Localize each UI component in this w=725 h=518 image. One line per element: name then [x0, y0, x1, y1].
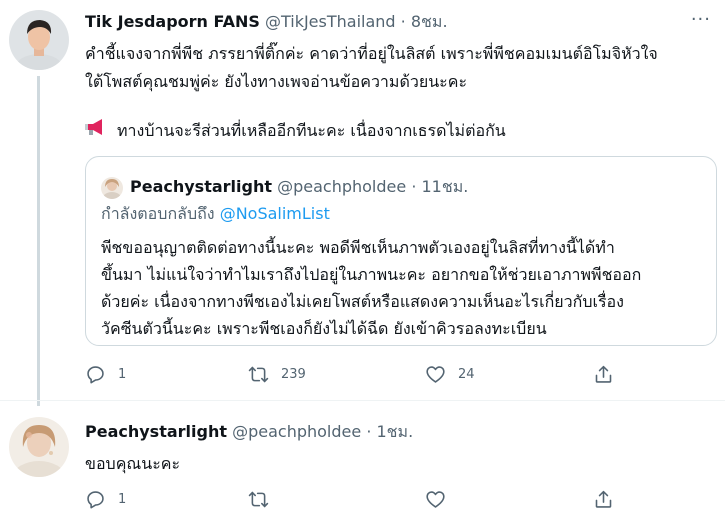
reply-button[interactable]: 1	[85, 489, 126, 510]
retweet-icon	[248, 491, 269, 508]
quote-text-line: วัคซีนตัวนี้นะคะ เพราะพีชเองก็ยังไม่ได้ฉ…	[101, 319, 547, 338]
reply-count: 1	[118, 367, 127, 382]
reply-mention-link[interactable]: @NoSalimList	[220, 204, 330, 223]
like-button[interactable]	[425, 489, 458, 510]
share-button[interactable]	[593, 364, 614, 385]
tweet-actions: 1	[0, 489, 725, 513]
quoted-tweet[interactable]: Peachystarlight @peachpholdee · 11ชม. กำ…	[85, 156, 717, 346]
author-handle[interactable]: @TikJesThailand	[265, 12, 396, 31]
separator-dot: ·	[366, 422, 372, 441]
reply-icon	[87, 491, 104, 509]
like-button[interactable]: 24	[425, 364, 475, 385]
quote-reply-context: กำลังตอบกลับถึง @NoSalimList	[101, 204, 330, 224]
tweet-text: ขอบคุณนะคะ	[85, 454, 181, 473]
tweet-header: Tik Jesdaporn FANS @TikJesThailand · 8ชม…	[85, 12, 448, 32]
tweet-text-line: ทางบ้านจะรีส่วนที่เหลืออีกทีนะคะ เนื่องจ…	[85, 118, 506, 142]
thread-line	[37, 76, 40, 406]
more-options-icon[interactable]: ···	[691, 10, 711, 30]
quote-timestamp[interactable]: 11ชม.	[422, 177, 469, 196]
author-name[interactable]: Peachystarlight	[85, 422, 227, 441]
reply-count: 1	[118, 492, 127, 507]
quote-avatar[interactable]	[101, 177, 123, 199]
tweet-timestamp[interactable]: 8ชม.	[411, 12, 448, 31]
retweet-button[interactable]: 239	[248, 364, 306, 385]
tweet-main[interactable]: Tik Jesdaporn FANS @TikJesThailand · 8ชม…	[0, 0, 725, 406]
tweet-timestamp[interactable]: 1ชม.	[377, 422, 414, 441]
tweet-actions: 1 239 24	[0, 364, 725, 388]
quote-text-line: พีชขออนุญาตติดต่อทางนี้นะคะ พอดีพีชเห็นภ…	[101, 238, 615, 257]
share-button[interactable]	[593, 489, 614, 510]
separator-dot: ·	[411, 177, 417, 196]
megaphone-icon	[85, 118, 107, 142]
quote-author-name[interactable]: Peachystarlight	[130, 177, 272, 196]
retweet-count: 239	[281, 367, 306, 382]
author-handle[interactable]: @peachpholdee	[232, 422, 361, 441]
quote-text: พีชขออนุญาตติดต่อทางนี้นะคะ พอดีพีชเห็นภ…	[101, 234, 706, 342]
reply-button[interactable]: 1	[85, 364, 126, 385]
tweet-text-line: ใต้โพสต์คุณชมพู่ค่ะ ยังไงทางเพจอ่านข้อคว…	[85, 72, 468, 91]
tweet-text: ทางบ้านจะรีส่วนที่เหลืออีกทีนะคะ เนื่องจ…	[117, 120, 506, 140]
tweet-reply[interactable]: Peachystarlight @peachpholdee · 1ชม. ขอบ…	[0, 400, 725, 518]
share-icon	[595, 490, 612, 508]
author-name[interactable]: Tik Jesdaporn FANS	[85, 12, 260, 31]
like-count: 24	[458, 367, 475, 382]
separator-dot: ·	[400, 12, 406, 31]
quote-text-line: ขึ้นมา ไม่แน่ใจว่าทำไมเราถึงไปอยู่ในภาพน…	[101, 265, 642, 284]
retweet-icon	[248, 366, 269, 383]
tweet-header: Peachystarlight @peachpholdee · 1ชม.	[85, 422, 413, 442]
retweet-button[interactable]	[248, 489, 281, 510]
reply-icon	[87, 366, 104, 384]
quote-text-line: ด้วยค่ะ เนื่องจากทางพีชเองไม่เคยโพสต์หรื…	[101, 292, 624, 311]
avatar[interactable]	[9, 10, 69, 70]
quote-author-handle[interactable]: @peachpholdee	[277, 177, 406, 196]
quote-header: Peachystarlight @peachpholdee · 11ชม.	[130, 177, 468, 197]
avatar[interactable]	[9, 417, 69, 477]
heart-icon	[426, 491, 445, 508]
share-icon	[595, 365, 612, 383]
heart-icon	[426, 366, 445, 383]
reply-prefix: กำลังตอบกลับถึง	[101, 204, 215, 223]
tweet-text-line: คำชี้แจงจากพี่พีช ภรรยาพี่ติ๊กค่ะ คาดว่า…	[85, 44, 658, 63]
